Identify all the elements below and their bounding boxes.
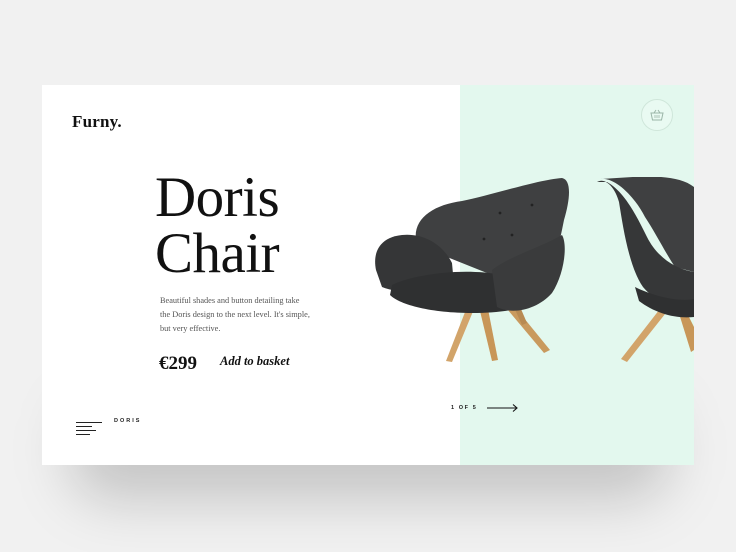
- menu-label: DORIS: [114, 418, 142, 424]
- product-price: €299: [159, 353, 197, 374]
- title-line-1: Doris: [155, 166, 280, 229]
- add-to-basket-button[interactable]: Add to basket: [216, 354, 289, 371]
- product-title: Doris Chair: [155, 166, 280, 285]
- basket-button[interactable]: [641, 99, 673, 131]
- title-line-2: Chair: [155, 222, 280, 285]
- pagination-counter: 1 OF 5: [451, 405, 478, 411]
- brand-logo[interactable]: Furny.: [72, 112, 122, 132]
- product-card: Furny. Doris Chair Beautiful shades and …: [42, 85, 694, 465]
- menu-icon[interactable]: [76, 422, 102, 436]
- basket-icon: [650, 109, 664, 121]
- arrow-right-icon[interactable]: [487, 403, 519, 413]
- chair-image-secondary: [597, 177, 694, 362]
- product-description: Beautiful shades and button detailing ta…: [160, 296, 310, 333]
- chair-image: [375, 178, 569, 362]
